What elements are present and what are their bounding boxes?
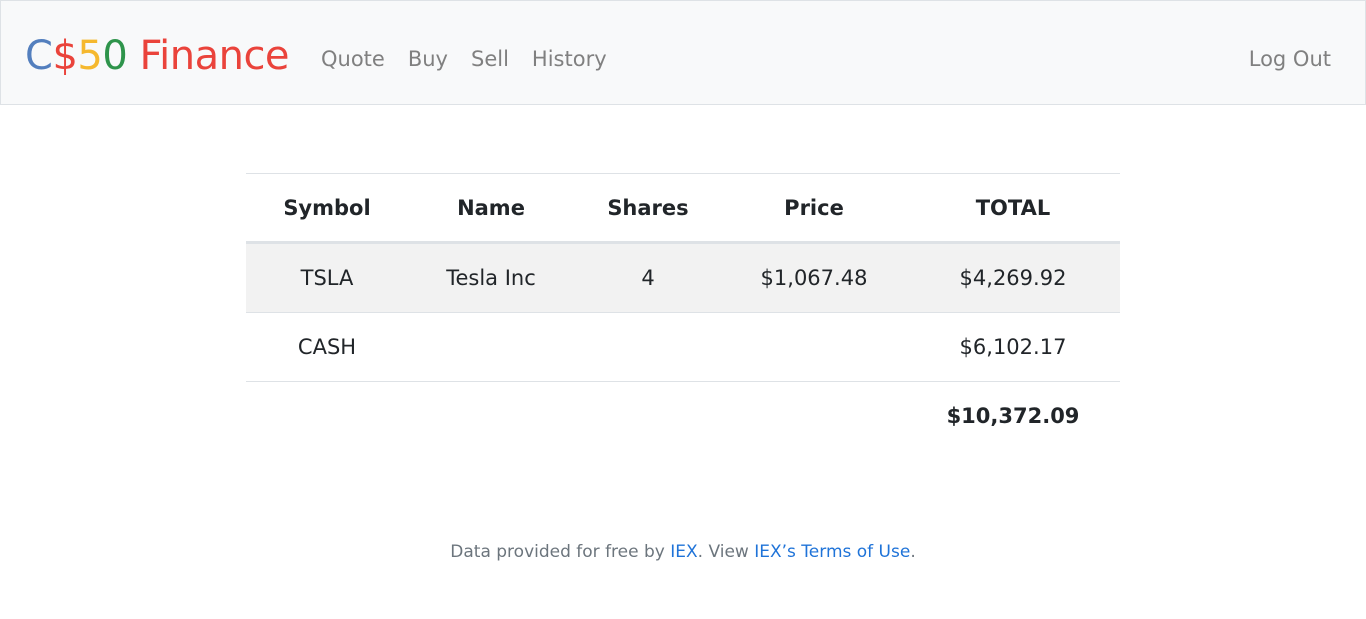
cell-name xyxy=(408,312,574,382)
cell-total: $4,269.92 xyxy=(906,242,1120,313)
nav-links: Quote Buy Sell History xyxy=(321,45,630,73)
brand-part-finance: Finance xyxy=(127,33,290,79)
logout-link[interactable]: Log Out xyxy=(1249,45,1331,73)
header-price: Price xyxy=(722,173,906,244)
iex-terms-link[interactable]: IEX’s Terms of Use xyxy=(754,542,910,562)
footer-prefix: Data provided for free by xyxy=(450,542,671,562)
cell-shares: 4 xyxy=(574,242,722,313)
brand-part-dollar: $ xyxy=(52,33,78,79)
cell-symbol: TSLA xyxy=(246,242,408,313)
grand-total-row: $10,372.09 xyxy=(246,382,1120,451)
cell-price: $1,067.48 xyxy=(722,242,906,313)
cell-symbol: CASH xyxy=(246,312,408,382)
cell-shares xyxy=(574,312,722,382)
nav-link-sell[interactable]: Sell xyxy=(471,45,509,73)
cell-total: $6,102.17 xyxy=(906,312,1120,382)
brand-part-c: C xyxy=(25,33,53,79)
table-header-row: Symbol Name Shares Price TOTAL xyxy=(246,173,1120,244)
header-shares: Shares xyxy=(574,173,722,244)
footer: Data provided for free by IEX. View IEX’… xyxy=(0,540,1366,564)
nav-link-history[interactable]: History xyxy=(532,45,607,73)
grand-total-value: $10,372.09 xyxy=(946,404,1080,428)
portfolio-table: Symbol Name Shares Price TOTAL TSLA Tesl… xyxy=(246,173,1120,450)
brand-logo-link[interactable]: C$50 Finance xyxy=(25,30,290,82)
nav-link-buy[interactable]: Buy xyxy=(408,45,448,73)
footer-middle: . View xyxy=(697,542,755,562)
brand-part-0: 0 xyxy=(102,33,128,79)
footer-suffix: . xyxy=(910,542,916,562)
iex-link[interactable]: IEX xyxy=(670,542,697,562)
table-row: CASH $6,102.17 xyxy=(246,312,1120,382)
navbar: C$50 Finance Quote Buy Sell History Log … xyxy=(0,0,1366,105)
brand-part-5: 5 xyxy=(77,33,103,79)
nav-link-quote[interactable]: Quote xyxy=(321,45,385,73)
table-row: TSLA Tesla Inc 4 $1,067.48 $4,269.92 xyxy=(246,242,1120,313)
cell-name: Tesla Inc xyxy=(408,242,574,313)
header-name: Name xyxy=(408,173,574,244)
header-symbol: Symbol xyxy=(246,173,408,244)
cell-price xyxy=(722,312,906,382)
header-total: TOTAL xyxy=(906,173,1120,244)
